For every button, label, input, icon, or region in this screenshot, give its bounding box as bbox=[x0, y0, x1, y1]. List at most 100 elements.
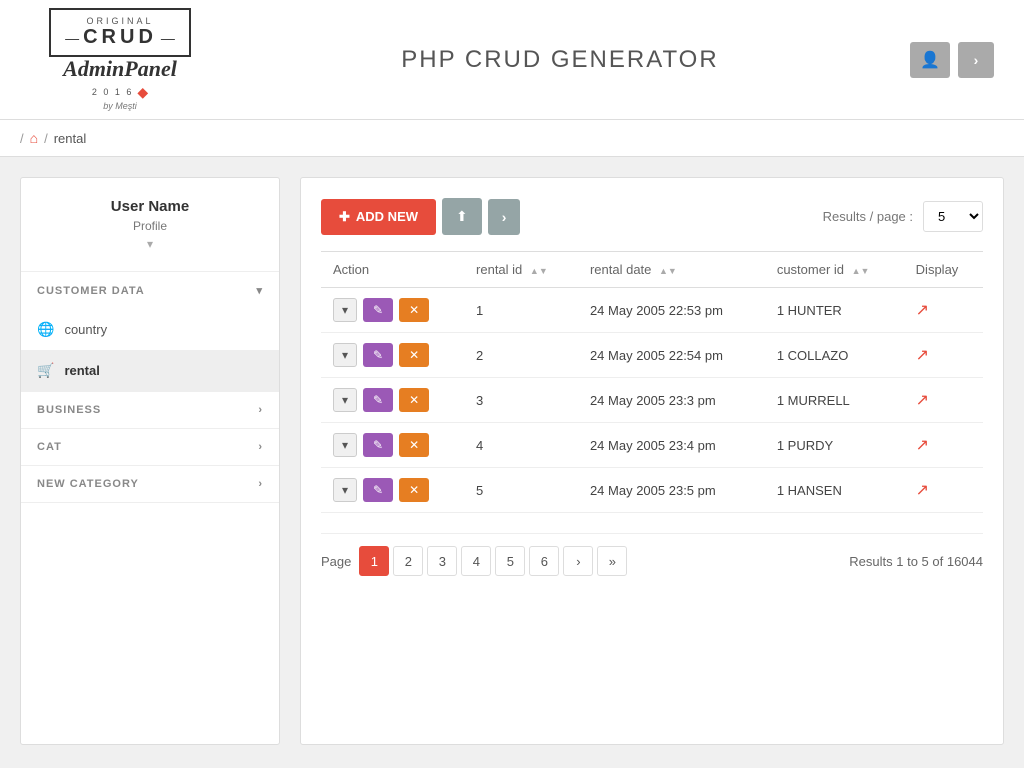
display-cell-4: ↗ bbox=[904, 468, 983, 513]
logo-box: ORIGINAL — CRUD — bbox=[49, 8, 191, 57]
data-table: Action rental id ▲▼ rental date ▲▼ custo… bbox=[321, 251, 983, 513]
user-menu-button[interactable]: 👤 bbox=[910, 42, 950, 78]
page-btn-last[interactable]: » bbox=[597, 546, 627, 576]
customer-id-cell-3: 1 PURDY bbox=[765, 423, 904, 468]
col-rental-date[interactable]: rental date ▲▼ bbox=[578, 252, 765, 288]
row-delete-btn-0[interactable]: ✕ bbox=[399, 298, 429, 322]
row-delete-btn-4[interactable]: ✕ bbox=[399, 478, 429, 502]
globe-icon: 🌐 bbox=[37, 321, 54, 338]
sidebar-section-header-customer-data[interactable]: CUSTOMER DATA ▾ bbox=[21, 272, 279, 309]
toolbar-right: Results / page : 5 10 25 50 bbox=[823, 201, 983, 232]
customer-id-cell-4: 1 HANSEN bbox=[765, 468, 904, 513]
sidebar-section-customer-data: CUSTOMER DATA ▾ 🌐 country 🛒 rental bbox=[21, 272, 279, 392]
page-btn-1[interactable]: 1 bbox=[359, 546, 389, 576]
toolbar-left: ✚ ADD NEW ⬆ › bbox=[321, 198, 520, 235]
customer-id-cell-0: 1 HUNTER bbox=[765, 288, 904, 333]
row-edit-btn-4[interactable]: ✎ bbox=[363, 478, 393, 502]
col-customer-id[interactable]: customer id ▲▼ bbox=[765, 252, 904, 288]
page-btn-5[interactable]: 5 bbox=[495, 546, 525, 576]
display-cell-0: ↗ bbox=[904, 288, 983, 333]
logo-crud-row: — CRUD — bbox=[65, 26, 175, 49]
row-view-btn-3[interactable]: ↗ bbox=[916, 435, 929, 455]
header-expand-button[interactable]: › bbox=[958, 42, 994, 78]
col-rental-id[interactable]: rental id ▲▼ bbox=[464, 252, 578, 288]
export-button[interactable]: ⬆ bbox=[442, 198, 482, 235]
logo: ORIGINAL — CRUD — AdminPanel 2 0 1 6 ◆ b… bbox=[30, 8, 210, 110]
page-btn-3[interactable]: 3 bbox=[427, 546, 457, 576]
col-action: Action bbox=[321, 252, 464, 288]
row-view-btn-0[interactable]: ↗ bbox=[916, 300, 929, 320]
sidebar-item-label-country: country bbox=[64, 322, 107, 337]
row-view-btn-1[interactable]: ↗ bbox=[916, 345, 929, 365]
chevron-down-icon: ▾ bbox=[256, 284, 263, 297]
page-btn-2[interactable]: 2 bbox=[393, 546, 423, 576]
action-cell-2: ▾ ✎ ✕ bbox=[321, 378, 464, 423]
breadcrumb-home-link[interactable]: ⌂ bbox=[30, 130, 38, 146]
row-dropdown-btn-2[interactable]: ▾ bbox=[333, 388, 357, 412]
row-delete-btn-3[interactable]: ✕ bbox=[399, 433, 429, 457]
user-icon: 👤 bbox=[920, 50, 940, 70]
breadcrumb-current: rental bbox=[54, 131, 87, 146]
add-new-button[interactable]: ✚ ADD NEW bbox=[321, 199, 436, 235]
page-btn-4[interactable]: 4 bbox=[461, 546, 491, 576]
page-label: Page bbox=[321, 554, 351, 569]
rental-date-cell-0: 24 May 2005 22:53 pm bbox=[578, 288, 765, 333]
upload-icon: ⬆ bbox=[456, 208, 468, 224]
row-dropdown-btn-3[interactable]: ▾ bbox=[333, 433, 357, 457]
breadcrumb: / ⌂ / rental bbox=[0, 120, 1024, 157]
chevron-right-icon-cat: › bbox=[258, 441, 263, 453]
chevron-right-more-icon: › bbox=[502, 209, 507, 225]
page-btn-next[interactable]: › bbox=[563, 546, 593, 576]
sidebar-username: User Name bbox=[41, 198, 259, 215]
row-dropdown-btn-4[interactable]: ▾ bbox=[333, 478, 357, 502]
sidebar-user-chevron: ▾ bbox=[41, 237, 259, 251]
page-btn-6[interactable]: 6 bbox=[529, 546, 559, 576]
logo-dash-left: — bbox=[65, 30, 79, 46]
rental-id-cell-4: 5 bbox=[464, 468, 578, 513]
sidebar-user-section: User Name Profile ▾ bbox=[21, 178, 279, 272]
more-button[interactable]: › bbox=[488, 199, 521, 235]
action-cell-0: ▾ ✎ ✕ bbox=[321, 288, 464, 333]
sidebar-section-cat: CAT › bbox=[21, 429, 279, 466]
table-row: ▾ ✎ ✕ 5 24 May 2005 23:5 pm 1 HANSEN ↗ bbox=[321, 468, 983, 513]
sidebar-section-header-business[interactable]: BUSINESS › bbox=[21, 392, 279, 428]
row-view-btn-2[interactable]: ↗ bbox=[916, 390, 929, 410]
row-edit-btn-1[interactable]: ✎ bbox=[363, 343, 393, 367]
logo-panel: Panel bbox=[124, 56, 177, 81]
row-dropdown-btn-1[interactable]: ▾ bbox=[333, 343, 357, 367]
sidebar: User Name Profile ▾ CUSTOMER DATA ▾ 🌐 co… bbox=[20, 177, 280, 745]
results-per-page-select[interactable]: 5 10 25 50 bbox=[923, 201, 983, 232]
sort-arrows-rental-id: ▲▼ bbox=[530, 266, 548, 276]
sidebar-section-label-cat: CAT bbox=[37, 441, 62, 453]
row-edit-btn-0[interactable]: ✎ bbox=[363, 298, 393, 322]
logo-original: ORIGINAL bbox=[65, 16, 175, 26]
action-cell-4: ▾ ✎ ✕ bbox=[321, 468, 464, 513]
action-cell-1: ▾ ✎ ✕ bbox=[321, 333, 464, 378]
logo-year: 2 0 1 6 bbox=[92, 87, 134, 97]
breadcrumb-sep2: / bbox=[44, 131, 48, 146]
row-view-btn-4[interactable]: ↗ bbox=[916, 480, 929, 500]
breadcrumb-sep1: / bbox=[20, 131, 24, 146]
customer-id-cell-1: 1 COLLAZO bbox=[765, 333, 904, 378]
row-delete-btn-2[interactable]: ✕ bbox=[399, 388, 429, 412]
action-cell-3: ▾ ✎ ✕ bbox=[321, 423, 464, 468]
rental-date-cell-1: 24 May 2005 22:54 pm bbox=[578, 333, 765, 378]
sidebar-item-country[interactable]: 🌐 country bbox=[21, 309, 279, 350]
row-dropdown-btn-0[interactable]: ▾ bbox=[333, 298, 357, 322]
rental-id-cell-3: 4 bbox=[464, 423, 578, 468]
sidebar-item-rental[interactable]: 🛒 rental bbox=[21, 350, 279, 391]
sidebar-section-header-new-category[interactable]: NEW CATEGORY › bbox=[21, 466, 279, 502]
col-display: Display bbox=[904, 252, 983, 288]
logo-by: by Meşti bbox=[103, 101, 137, 111]
sidebar-section-label-business: BUSINESS bbox=[37, 404, 101, 416]
sidebar-section-header-cat[interactable]: CAT › bbox=[21, 429, 279, 465]
row-edit-btn-2[interactable]: ✎ bbox=[363, 388, 393, 412]
sort-arrows-customer-id: ▲▼ bbox=[852, 266, 870, 276]
sidebar-section-new-category: NEW CATEGORY › bbox=[21, 466, 279, 503]
chevron-right-icon-new-category: › bbox=[258, 478, 263, 490]
sidebar-section-label-customer-data: CUSTOMER DATA bbox=[37, 285, 145, 297]
sidebar-section-label-new-category: NEW CATEGORY bbox=[37, 478, 139, 490]
row-delete-btn-1[interactable]: ✕ bbox=[399, 343, 429, 367]
row-edit-btn-3[interactable]: ✎ bbox=[363, 433, 393, 457]
pagination-bar: Page 1 2 3 4 5 6 › » Results 1 to 5 of 1… bbox=[321, 533, 983, 576]
